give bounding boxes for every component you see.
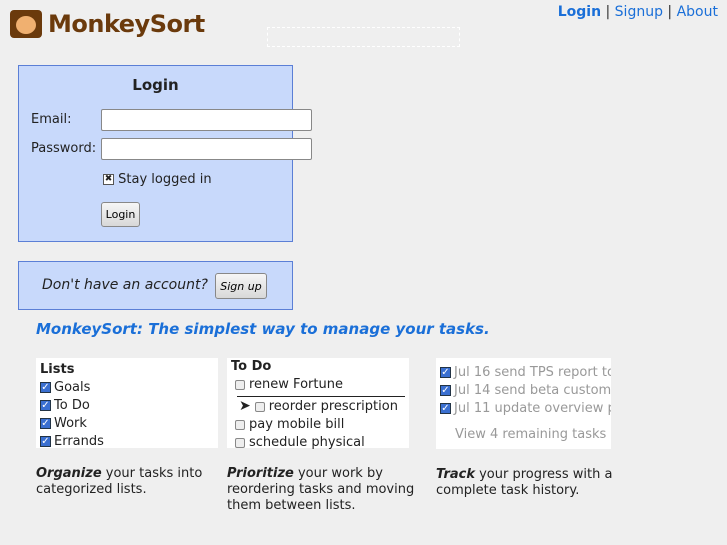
track-description: Track your progress with a complete task… <box>436 467 613 498</box>
list-item: ✓ Goals <box>40 380 91 395</box>
checkbox-checked-icon: ✓ <box>440 385 451 396</box>
checkbox-checked-icon: ✓ <box>40 400 51 411</box>
checkbox-checked-icon: ✓ <box>40 418 51 429</box>
task-item: schedule physical <box>231 434 405 452</box>
history-item: ✓ Jul 16 send TPS report to <box>440 365 611 380</box>
nav-login[interactable]: Login <box>558 4 601 20</box>
todo-description: Prioritize your work by reordering tasks… <box>227 466 415 513</box>
brand-name: MonkeySort <box>48 10 205 38</box>
stay-logged-in-label: Stay logged in <box>118 172 212 187</box>
email-field[interactable] <box>101 109 312 131</box>
list-item: ✓ To Do <box>40 398 90 413</box>
monkey-icon <box>10 10 42 38</box>
checkbox-icon <box>235 437 245 448</box>
email-label: Email: <box>31 112 72 127</box>
stay-logged-in[interactable]: ✖ Stay logged in <box>103 172 212 187</box>
checkbox-checked-icon: ✓ <box>440 403 451 414</box>
top-nav: Login | Signup | About <box>558 4 718 20</box>
todo-title: To Do <box>231 359 272 374</box>
task-item: pay mobile bill <box>231 416 405 434</box>
lists-preview: Lists ✓ Goals ✓ To Do ✓ Work ✓ Errands <box>36 358 218 449</box>
nav-about[interactable]: About <box>677 4 718 20</box>
login-title: Login <box>132 76 179 94</box>
task-item-dragging: ➤ reorder prescription <box>239 398 398 414</box>
logo[interactable]: MonkeySort <box>10 10 205 38</box>
lists-title: Lists <box>40 362 75 377</box>
separator: | <box>605 4 611 20</box>
todo-preview: To Do renew Fortune ➤ reorder prescriptio… <box>227 358 409 450</box>
list-item: ✓ Errands <box>40 434 104 449</box>
list-item: ✓ Work <box>40 416 87 431</box>
view-remaining-link: View 4 remaining tasks <box>455 427 607 442</box>
checkbox-icon <box>254 401 265 412</box>
search-area[interactable] <box>267 27 460 47</box>
signup-button[interactable]: Sign up <box>215 273 267 299</box>
tagline: MonkeySort: The simplest way to manage y… <box>36 320 490 338</box>
history-item: ✓Jul 14 send beta customer <box>440 383 611 398</box>
stay-logged-in-checkbox[interactable]: ✖ <box>103 174 114 185</box>
password-field[interactable] <box>101 138 312 160</box>
login-panel: Login Email: Password: ✖ Stay logged in … <box>18 65 312 242</box>
signup-panel: Don't have an account? Sign up <box>18 261 293 310</box>
checkbox-icon <box>235 379 245 390</box>
password-label: Password: <box>31 141 97 156</box>
checkbox-checked-icon: ✓ <box>440 367 451 378</box>
history-item: ✓ Jul 11 update overview pr <box>440 401 611 416</box>
checkbox-checked-icon: ✓ <box>40 436 51 447</box>
login-button[interactable]: Login <box>101 202 140 227</box>
nav-signup[interactable]: Signup <box>615 4 663 20</box>
checkbox-icon <box>235 419 245 430</box>
signup-prompt: Don't have an account? <box>42 277 208 293</box>
cursor-icon: ➤ <box>239 398 251 414</box>
task-item: renew Fortune <box>231 376 405 394</box>
history-preview: ✓ Jul 16 send TPS report to ✓ Jul 14 send … <box>436 358 611 449</box>
checkbox-checked-icon: ✓ <box>40 382 51 393</box>
separator: | <box>667 4 673 20</box>
lists-description: Organize your tasks into categorized lis… <box>36 466 203 497</box>
